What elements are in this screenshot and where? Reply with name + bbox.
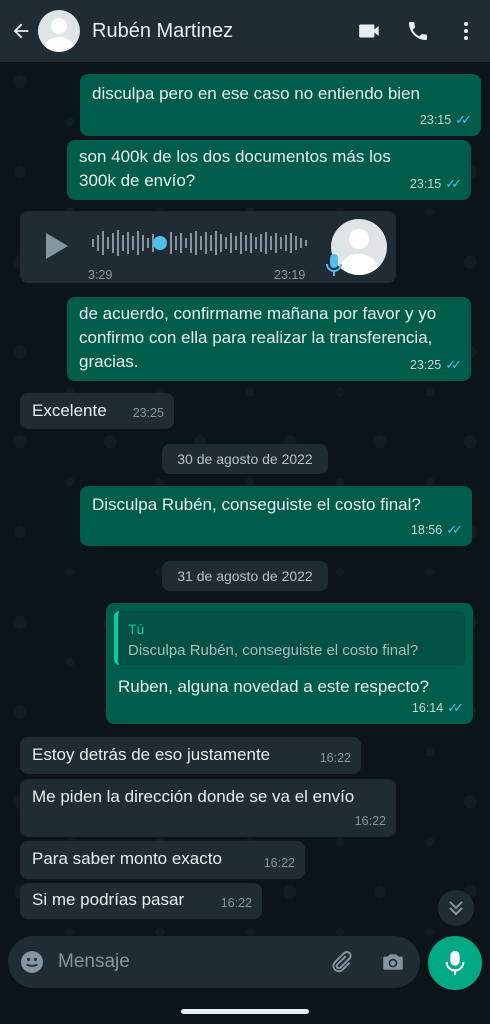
contact-name[interactable]: Rubén Martinez xyxy=(92,20,346,43)
date-divider: 31 de agosto de 2022 xyxy=(162,561,328,591)
message-text: de acuerdo, confirmame mañana por favor … xyxy=(79,304,437,371)
message-time: 23:15 xyxy=(409,177,442,191)
message-text: Estoy detrás de eso justamente xyxy=(32,745,271,764)
read-ticks-icon: ✓✓ xyxy=(445,176,462,191)
message-text: Me piden la dirección donde se va el env… xyxy=(32,787,355,806)
message-text: Ruben, alguna novedad a este respecto? xyxy=(118,677,429,696)
message-text: disculpa pero en ese caso no entiendo bi… xyxy=(92,84,420,103)
message-outgoing-reply[interactable]: Tú Disculpa Rubén, conseguiste el costo … xyxy=(106,603,473,724)
phone-icon[interactable] xyxy=(394,7,442,55)
date-divider: 30 de agosto de 2022 xyxy=(162,444,328,474)
message-incoming[interactable]: Estoy detrás de eso justamente 16:22 xyxy=(20,737,361,774)
quote-text: Disculpa Rubén, conseguiste el costo fin… xyxy=(128,642,419,659)
read-ticks-icon: ✓✓ xyxy=(445,357,462,372)
message-time: 16:22 xyxy=(263,856,295,870)
message-incoming[interactable]: Si me podrías pasar 16:22 xyxy=(20,883,262,919)
quoted-message[interactable]: Tú Disculpa Rubén, conseguiste el costo … xyxy=(114,611,465,665)
more-vert-icon[interactable] xyxy=(442,7,490,55)
play-icon[interactable] xyxy=(44,231,70,268)
message-text: Disculpa Rubén, conseguiste el costo fin… xyxy=(92,495,421,514)
message-outgoing[interactable]: son 400k de los dos documentos más los 3… xyxy=(67,140,471,200)
voice-record-button[interactable] xyxy=(428,936,482,990)
message-time: 18:56 xyxy=(410,523,443,537)
voice-waveform[interactable] xyxy=(92,227,312,259)
attach-icon[interactable] xyxy=(328,949,354,980)
read-ticks-icon: ✓✓ xyxy=(447,700,464,715)
message-outgoing[interactable]: Disculpa Rubén, conseguiste el costo fin… xyxy=(80,486,472,546)
back-arrow-icon[interactable] xyxy=(6,11,36,51)
mic-icon xyxy=(326,253,342,284)
message-time: 16:14 xyxy=(411,701,444,715)
message-text: Para saber monto exacto xyxy=(32,849,222,868)
message-incoming[interactable]: Excelente 23:25 xyxy=(20,393,174,429)
voice-duration: 3:29 xyxy=(88,268,113,282)
message-time: 16:22 xyxy=(220,896,252,910)
message-incoming[interactable]: Me piden la dirección donde se va el env… xyxy=(20,779,396,837)
video-call-icon[interactable] xyxy=(346,7,394,55)
message-outgoing[interactable]: de acuerdo, confirmame mañana por favor … xyxy=(67,297,471,381)
quote-author: Tú xyxy=(128,621,145,637)
camera-icon[interactable] xyxy=(380,949,406,980)
message-time: 23:19 xyxy=(274,268,306,282)
emoji-icon[interactable] xyxy=(20,950,44,979)
contact-avatar[interactable] xyxy=(38,10,80,52)
message-time: 23:25 xyxy=(409,358,442,372)
mic-icon xyxy=(445,950,465,976)
message-input[interactable]: Mensaje xyxy=(8,936,420,988)
chat-header: Rubén Martinez xyxy=(0,0,490,62)
voice-message[interactable]: 3:29 23:19 xyxy=(20,211,396,283)
message-outgoing[interactable]: disculpa pero en ese caso no entiendo bi… xyxy=(80,74,481,136)
message-time: 23:25 xyxy=(132,406,164,420)
message-placeholder: Mensaje xyxy=(58,951,130,972)
home-indicator xyxy=(181,1009,309,1014)
message-text: son 400k de los dos documentos más los 3… xyxy=(79,147,391,190)
scroll-to-bottom-button[interactable] xyxy=(438,890,474,926)
message-time: 16:22 xyxy=(354,814,386,828)
message-incoming[interactable]: Para saber monto exacto 16:22 xyxy=(20,841,305,879)
read-ticks-icon: ✓✓ xyxy=(446,522,463,537)
double-chevron-down-icon xyxy=(449,901,463,916)
read-ticks-icon: ✓✓ xyxy=(455,112,472,127)
message-time: 16:22 xyxy=(319,751,351,765)
message-time: 23:15 xyxy=(419,113,452,127)
